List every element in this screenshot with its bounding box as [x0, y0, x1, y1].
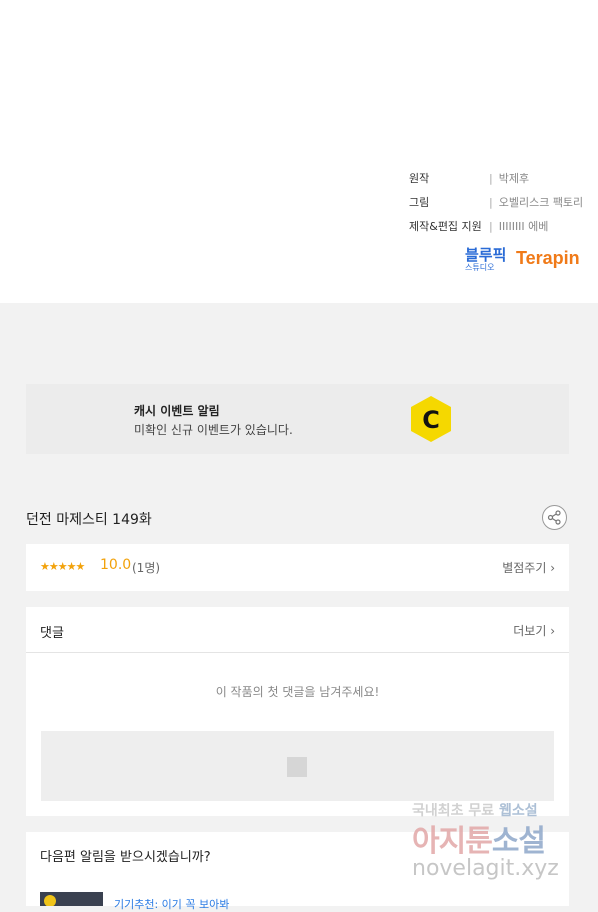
svg-text:C: C — [422, 406, 440, 434]
credit-separator: | — [489, 219, 493, 233]
rate-button[interactable]: 별점주기 › — [502, 559, 555, 576]
credit-value: 오벨리스크 팩토리 — [498, 196, 584, 209]
credit-value: IIIIIIII 에베 — [498, 220, 549, 233]
cash-coin-icon: C — [411, 396, 451, 442]
terapin-logo: Terapin — [516, 248, 580, 268]
share-icon — [547, 510, 561, 525]
credits: 원작 | 박제후 그림 | 오벨리스크 팩토리 제작&편집 지원 | IIIII… — [409, 166, 583, 238]
credit-label: 원작 — [409, 172, 430, 185]
rating-score: 10.0 — [100, 557, 132, 573]
clock-icon — [44, 895, 56, 906]
divider — [26, 652, 569, 653]
credit-original: 원작 | 박제후 — [409, 166, 583, 190]
credit-separator: | — [489, 195, 493, 209]
bluepick-logo-text: 블루픽 — [465, 246, 507, 264]
comments-card: 댓글 더보기 › 이 작품의 첫 댓글을 남겨주세요! — [26, 607, 569, 816]
comments-heading: 댓글 — [40, 626, 64, 641]
watermark-url: novelagit.xyz — [412, 856, 559, 881]
bluepick-logo: 블루픽 스튜디오 — [465, 247, 506, 273]
episode-end-panel: 원작 | 박제후 그림 | 오벨리스크 팩토리 제작&편집 지원 | IIIII… — [0, 0, 598, 303]
bluepick-logo-sub: 스튜디오 — [465, 263, 495, 272]
comment-input-area[interactable] — [41, 731, 554, 801]
watermark-line2: 아지툰소설 — [412, 824, 546, 859]
comment-placeholder-icon — [287, 757, 307, 777]
banner-title: 캐시 이벤트 알림 — [134, 404, 220, 418]
notify-thumbnail[interactable] — [40, 892, 103, 906]
credit-label: 그림 — [409, 196, 430, 209]
credit-value: 박제후 — [498, 172, 530, 185]
cash-event-banner[interactable]: 캐시 이벤트 알림 미확인 신규 이벤트가 있습니다. C — [26, 384, 569, 454]
banner-subtitle: 미확인 신규 이벤트가 있습니다. — [134, 423, 293, 437]
watermark: 국내최초 무료 웹소설 아지툰소설 novelagit.xyz — [410, 800, 585, 890]
notify-heading: 다음편 알림을 받으시겠습니까? — [40, 850, 211, 865]
episode-title: 던전 마제스티 149화 — [26, 512, 152, 528]
credit-separator: | — [489, 171, 493, 185]
rating-count: (1명) — [132, 561, 161, 575]
credit-art: 그림 | 오벨리스크 팩토리 — [409, 190, 583, 214]
share-button[interactable] — [542, 505, 567, 530]
comments-more-link[interactable]: 더보기 › — [513, 622, 555, 639]
credit-production: 제작&편집 지원 | IIIIIIII 에베 — [409, 214, 583, 238]
rating-card: ★★★★★ 10.0 (1명) 별점주기 › — [26, 544, 569, 591]
rating-stars: ★★★★★ — [40, 560, 85, 573]
notify-link[interactable]: 기기추천: 이기 꼭 보아봐 — [114, 896, 229, 912]
comments-empty-message: 이 작품의 첫 댓글을 남겨주세요! — [215, 685, 380, 699]
credit-label: 제작&편집 지원 — [409, 220, 482, 233]
